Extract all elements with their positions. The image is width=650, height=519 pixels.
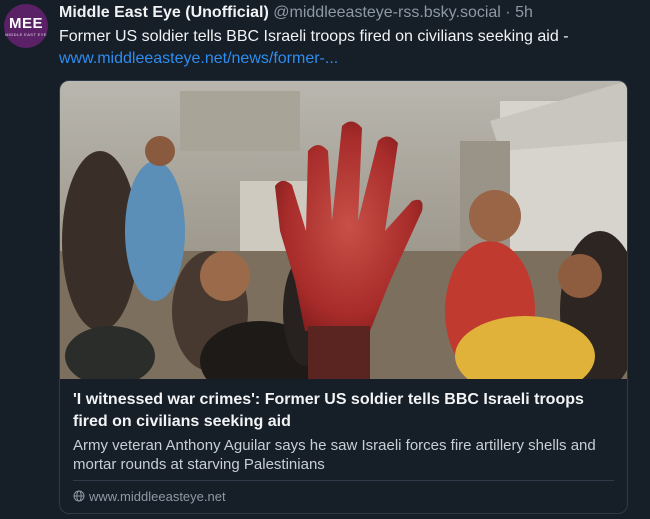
timestamp[interactable]: 5h bbox=[515, 4, 533, 21]
card-description: Army veteran Anthony Aguilar says he saw… bbox=[73, 437, 596, 473]
card-image bbox=[60, 81, 627, 379]
card-title: 'I witnessed war crimes': Former US sold… bbox=[73, 391, 584, 430]
post-header: Middle East Eye (Unofficial) @middleeast… bbox=[59, 3, 642, 23]
post-link[interactable]: www.middleeasteye.net/news/former-... bbox=[59, 48, 639, 70]
post[interactable]: MEE MIDDLE EAST EYE Middle East Eye (Uno… bbox=[0, 0, 650, 519]
card-source-domain: www.middleeasteye.net bbox=[89, 488, 226, 504]
author-name[interactable]: Middle East Eye (Unofficial) bbox=[59, 4, 269, 21]
post-text-content: Former US soldier tells BBC Israeli troo… bbox=[59, 28, 569, 45]
author-handle[interactable]: @middleeasteye-rss.bsky.social bbox=[273, 4, 501, 21]
card-divider bbox=[73, 480, 614, 481]
globe-icon bbox=[73, 490, 85, 502]
card-source: www.middleeasteye.net bbox=[73, 486, 226, 506]
link-card[interactable]: 'I witnessed war crimes': Former US sold… bbox=[59, 80, 628, 514]
avatar-logo-subtext: MIDDLE EAST EYE bbox=[5, 31, 47, 37]
separator: · bbox=[505, 4, 511, 21]
avatar[interactable]: MEE MIDDLE EAST EYE bbox=[4, 4, 48, 48]
avatar-logo-text: MEE bbox=[8, 14, 43, 32]
post-text: Former US soldier tells BBC Israeli troo… bbox=[59, 26, 639, 70]
